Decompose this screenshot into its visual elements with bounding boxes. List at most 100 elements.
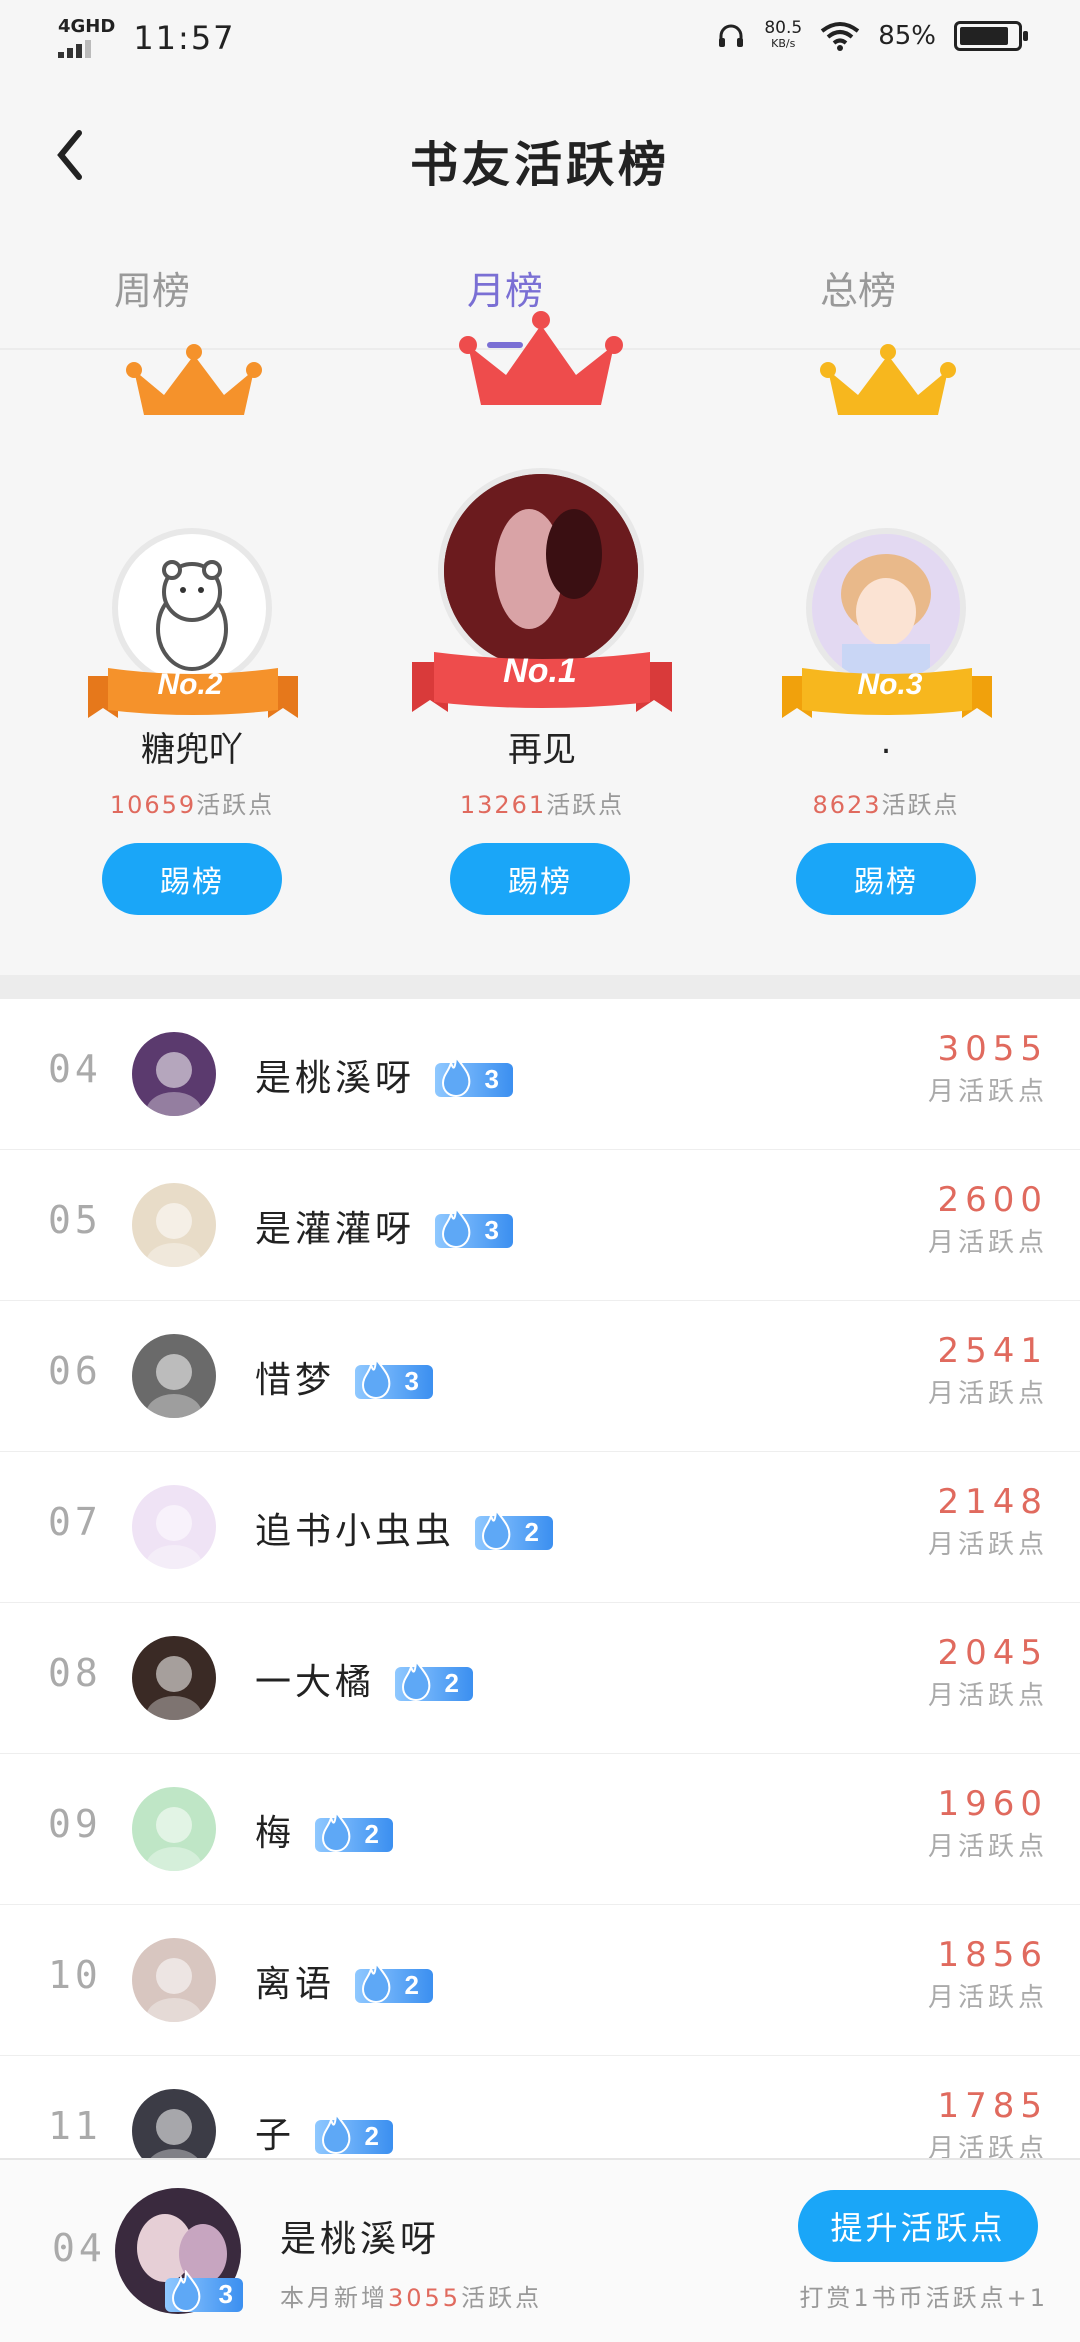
section-divider bbox=[0, 975, 1080, 999]
rank-badge-text: No.3 bbox=[857, 668, 923, 701]
points-value: 1856 bbox=[937, 1935, 1048, 1975]
points-unit: 月活跃点 bbox=[927, 1530, 1048, 1560]
user-name: 离语 2 bbox=[255, 1955, 434, 2007]
monthly-points: 3055 月活跃点 bbox=[928, 1029, 1048, 1108]
podium-second: No.2 糖兜吖 10659活跃点 踢榜 bbox=[0, 344, 380, 975]
battery-icon bbox=[954, 21, 1028, 51]
photo-avatar-icon bbox=[132, 1938, 216, 2022]
photo-avatar-icon bbox=[132, 1183, 216, 1267]
flame-icon bbox=[442, 1206, 471, 1248]
level-text: 3 bbox=[218, 2279, 233, 2309]
points-unit: 月活跃点 bbox=[927, 1379, 1048, 1409]
user-name: 梅2 bbox=[255, 1804, 394, 1856]
user-name: 子2 bbox=[255, 2106, 394, 2158]
rank-number: 06 bbox=[48, 1349, 102, 1393]
avatar[interactable] bbox=[132, 1183, 216, 1267]
rank-number: 05 bbox=[48, 1198, 102, 1242]
crown-icon bbox=[126, 344, 262, 415]
rank-number: 09 bbox=[48, 1802, 102, 1846]
points-unit: 月活跃点 bbox=[927, 1681, 1048, 1711]
activity-points: 13261活跃点 bbox=[459, 791, 625, 819]
table-row[interactable]: 05 是灌灌呀 3 2600 月活跃点 bbox=[0, 1150, 1080, 1301]
table-row[interactable]: 08 一大橘 2 2045 月活跃点 bbox=[0, 1603, 1080, 1754]
points-unit: 月活跃点 bbox=[927, 1983, 1048, 2013]
header: 书友活跃榜 bbox=[0, 80, 1080, 230]
monthly-points: 2148 月活跃点 bbox=[928, 1482, 1048, 1561]
level-text: 3 bbox=[404, 1366, 424, 1396]
user-name: . bbox=[880, 722, 892, 762]
kick-button[interactable]: 踢榜 bbox=[450, 843, 630, 915]
podium-first: No.1 再见 13261活跃点 踢榜 bbox=[350, 311, 730, 975]
reward-tip: 打赏1书币活跃点+1 bbox=[799, 2284, 1048, 2312]
flame-icon bbox=[322, 1810, 351, 1852]
table-row[interactable]: 09 梅 2 1960 月活跃点 bbox=[0, 1754, 1080, 1905]
my-monthly-increase: 本月新增3055活跃点 bbox=[280, 2284, 543, 2312]
photo-avatar-icon bbox=[132, 1334, 216, 1418]
battery-percent: 85% bbox=[878, 21, 936, 51]
points-value: 1960 bbox=[937, 1784, 1048, 1824]
points-unit: 月活跃点 bbox=[927, 2134, 1048, 2159]
level-text: 3 bbox=[484, 1064, 504, 1094]
points-unit: 月活跃点 bbox=[927, 1077, 1048, 1107]
points-value: 2148 bbox=[937, 1482, 1048, 1522]
avatar[interactable] bbox=[132, 1938, 216, 2022]
kick-button[interactable]: 踢榜 bbox=[796, 843, 976, 915]
points-value: 2045 bbox=[937, 1633, 1048, 1673]
table-row[interactable]: 06 惜梦 3 2541 月活跃点 bbox=[0, 1301, 1080, 1452]
level-text: 2 bbox=[444, 1668, 464, 1698]
table-row[interactable]: 07 追书小虫虫 2 2148 月活跃点 bbox=[0, 1452, 1080, 1603]
level-badge: 2 bbox=[475, 1508, 554, 1550]
level-text: 2 bbox=[364, 2121, 384, 2151]
user-name: 一大橘 2 bbox=[255, 1653, 474, 1705]
podium-third: No.3 . 8623活跃点 踢榜 bbox=[700, 344, 1080, 975]
photo-avatar-icon bbox=[132, 1636, 216, 1720]
level-badge: 2 bbox=[395, 1659, 474, 1701]
points-value: 1785 bbox=[937, 2086, 1048, 2126]
table-row[interactable]: 11 子 2 1785 月活跃点 bbox=[0, 2056, 1080, 2159]
photo-avatar-icon bbox=[132, 1787, 216, 1871]
level-badge: 3 bbox=[165, 2270, 243, 2312]
level-badge: 2 bbox=[315, 2112, 394, 2154]
avatar[interactable] bbox=[132, 1334, 216, 1418]
points-value: 3055 bbox=[937, 1029, 1048, 1069]
avatar[interactable] bbox=[132, 2089, 216, 2159]
battery-level bbox=[960, 27, 1008, 45]
flame-icon bbox=[402, 1659, 431, 1701]
activity-points: 8623活跃点 bbox=[812, 791, 960, 819]
flame-icon bbox=[362, 1961, 391, 2003]
avatar[interactable] bbox=[132, 1032, 216, 1116]
clock: 11:57 bbox=[133, 19, 236, 57]
monthly-points: 2045 月活跃点 bbox=[928, 1633, 1048, 1712]
kick-button[interactable]: 踢榜 bbox=[102, 843, 282, 915]
user-name: 追书小虫虫 2 bbox=[255, 1502, 554, 1554]
avatar[interactable] bbox=[132, 1485, 216, 1569]
user-name: 再见 bbox=[508, 730, 576, 770]
user-name: 糖兜吖 bbox=[141, 730, 243, 770]
boost-activity-button[interactable]: 提升活跃点 bbox=[798, 2190, 1038, 2262]
table-row[interactable]: 10 离语 2 1856 月活跃点 bbox=[0, 1905, 1080, 2056]
table-row[interactable]: 04 是桃溪呀 3 3055 月活跃点 bbox=[0, 999, 1080, 1150]
flame-icon bbox=[171, 2270, 201, 2312]
points-value: 2600 bbox=[937, 1180, 1048, 1220]
level-badge: 3 bbox=[435, 1055, 514, 1097]
user-name: 是桃溪呀 3 bbox=[255, 1049, 514, 1101]
avatar[interactable] bbox=[132, 1636, 216, 1720]
crown-icon bbox=[459, 311, 623, 405]
crown-icon bbox=[820, 344, 956, 415]
points-value: 2541 bbox=[937, 1331, 1048, 1371]
photo-avatar-icon bbox=[132, 1032, 216, 1116]
tab-total[interactable]: 总榜 bbox=[758, 260, 958, 315]
level-text: 2 bbox=[404, 1970, 424, 2000]
avatar[interactable] bbox=[132, 1787, 216, 1871]
rank-number: 07 bbox=[48, 1500, 102, 1544]
flame-icon bbox=[442, 1055, 471, 1097]
flame-icon bbox=[322, 2112, 351, 2154]
tab-weekly[interactable]: 周榜 bbox=[52, 260, 252, 315]
ranking-list: 04 是桃溪呀 3 3055 月活跃点 05 是灌灌呀 3 2600 月活跃点 06 惜梦 3 2541 月… bbox=[0, 999, 1080, 2159]
network-speed: 80.5 KB/s bbox=[764, 18, 803, 51]
user-name: 是灌灌呀 3 bbox=[255, 1200, 514, 1252]
points-unit: 月活跃点 bbox=[927, 1228, 1048, 1258]
status-bar: 4GHD 11:57 80.5 KB/s 85% bbox=[0, 0, 1080, 80]
points-unit: 月活跃点 bbox=[927, 1832, 1048, 1862]
level-badge: 2 bbox=[315, 1810, 394, 1852]
